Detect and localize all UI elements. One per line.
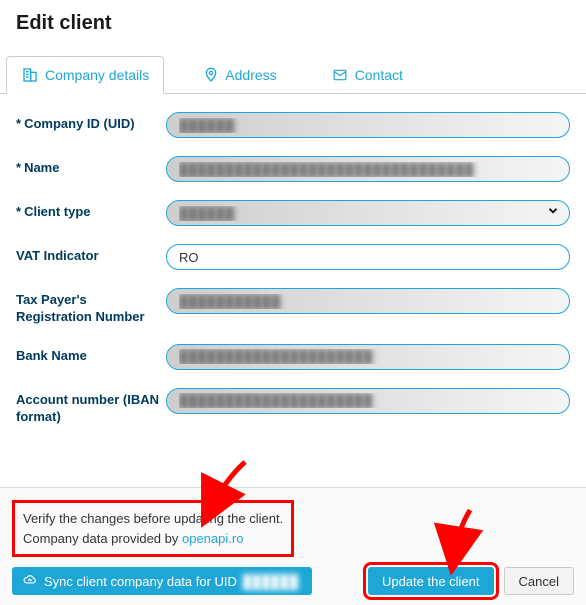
envelope-icon [331,68,349,82]
sync-company-data-button[interactable]: Sync client company data for UID ██████ [12,567,312,595]
bottom-panel: Verify the changes before updating the c… [0,487,586,605]
label-vat-indicator: VAT Indicator [16,244,166,265]
tab-label: Company details [45,67,149,83]
label-bank-name: Bank Name [16,344,166,365]
label-client-type: *Client type [16,200,166,221]
vat-indicator-input[interactable] [166,244,570,270]
label-taxpayer-reg: Tax Payer's Registration Number [16,288,166,326]
form-company-details: *Company ID (UID) *Name *Client type VAT… [0,94,586,454]
action-row: Sync client company data for UID ██████ … [12,567,574,595]
bank-name-input[interactable] [166,344,570,370]
name-input[interactable] [166,156,570,182]
tab-address[interactable]: Address [188,56,291,94]
notice-line1: Verify the changes before updating the c… [23,509,283,529]
label-company-uid: *Company ID (UID) [16,112,166,133]
page-title: Edit client [0,0,586,55]
tab-strip: Company details Address Contact [0,55,586,94]
company-uid-input[interactable] [166,112,570,138]
client-type-select[interactable] [166,200,570,226]
update-client-button[interactable]: Update the client [368,567,494,595]
taxpayer-reg-input[interactable] [166,288,570,314]
building-icon [21,67,39,83]
cancel-button[interactable]: Cancel [504,567,574,595]
notice-line2: Company data provided by openapi.ro [23,529,283,549]
label-account-number: Account number (IBAN format) [16,388,166,426]
tab-label: Contact [355,67,403,83]
tab-contact[interactable]: Contact [316,56,418,94]
verification-notice: Verify the changes before updating the c… [12,500,294,557]
map-pin-icon [203,67,219,83]
tab-company-details[interactable]: Company details [6,56,164,94]
provider-link[interactable]: openapi.ro [182,531,243,546]
tab-label: Address [225,67,276,83]
sync-button-label: Sync client company data for UID [44,574,237,589]
label-name: *Name [16,156,166,177]
account-number-input[interactable] [166,388,570,414]
cloud-sync-icon [22,573,38,590]
sync-uid-value: ██████ [243,574,298,589]
